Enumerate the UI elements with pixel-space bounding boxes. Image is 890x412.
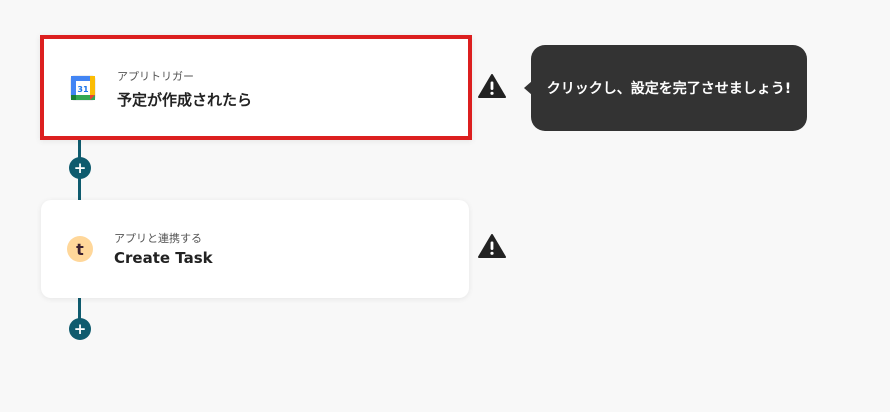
tooltip-text: クリックし、設定を完了させましょう! <box>546 81 792 97</box>
google-calendar-icon: 31 <box>69 74 97 102</box>
plus-icon: + <box>73 158 87 177</box>
svg-text:t: t <box>76 240 84 259</box>
warning-icon <box>478 73 506 99</box>
svg-text:31: 31 <box>77 85 89 94</box>
trigger-step-card[interactable]: 31 アプリトリガー 予定が作成されたら <box>40 35 472 140</box>
step-title: Create Task <box>114 249 213 267</box>
plus-icon: + <box>73 319 87 338</box>
tooltip-arrow <box>524 81 532 95</box>
step-app-connect-label: アプリと連携する <box>114 232 202 245</box>
action-step-card[interactable]: t アプリと連携する Create Task <box>41 200 469 298</box>
setup-tooltip: クリックし、設定を完了させましょう! <box>524 45 807 131</box>
step-title: 予定が作成されたら <box>117 91 253 109</box>
add-step-button[interactable]: + <box>69 157 91 179</box>
step-app-trigger-label: アプリトリガー <box>117 70 194 83</box>
add-step-button[interactable]: + <box>69 318 91 340</box>
task-app-icon: t <box>66 235 94 263</box>
warning-icon <box>478 233 506 259</box>
